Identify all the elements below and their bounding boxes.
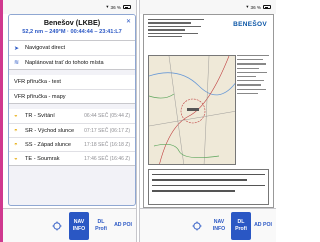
status-bar: ▾ 36 % — [140, 0, 276, 14]
sun-time-value: 07:17 SEČ (06:17 Z) — [84, 127, 130, 134]
sun-time-row: ◓ SS - Západ slunce 17:18 SEČ (16:18 Z) — [9, 137, 135, 151]
dl-profi-button[interactable]: DL Profi — [91, 212, 111, 240]
battery-icon — [263, 5, 271, 9]
sunrise-icon: ◓ — [14, 127, 18, 134]
sun-time-value: 06:44 SEČ (05:44 Z) — [84, 113, 130, 119]
battery-percent: 36 % — [250, 4, 261, 10]
sun-time-label: SS - Západ slunce — [25, 141, 72, 148]
sunset-icon: ◓ — [14, 141, 18, 148]
nav-info-button[interactable]: NAV INFO — [209, 212, 229, 240]
twilight-dawn-icon: ◒ — [14, 113, 18, 119]
ad-poi-button[interactable]: AD POI — [253, 212, 273, 240]
left-screen: ▾ 36 % Benešov (LKBE) 52,2 nm – 249°M · … — [0, 0, 137, 242]
nav-info-button[interactable]: NAV INFO — [69, 211, 89, 240]
close-icon[interactable]: ✕ — [126, 18, 131, 25]
status-bar: ▾ 36 % — [3, 0, 136, 14]
crosshair-icon[interactable] — [191, 221, 203, 231]
airport-title: Benešov (LKBE) — [43, 18, 101, 27]
crosshair-icon[interactable] — [51, 221, 63, 231]
bottom-nav: NAV INFO DL Profi AD POI — [3, 208, 136, 242]
twilight-dusk-icon: ◒ — [14, 155, 18, 162]
sun-time-row: ◒ TE - Soumrak 17:46 SEČ (16:46 Z) — [9, 151, 135, 165]
bottom-nav: NAV INFO DL Profi AD POI — [140, 208, 276, 242]
popup-header: Benešov (LKBE) 52,2 nm – 249°M · 00:44:4… — [9, 15, 135, 41]
chart-table — [148, 169, 269, 205]
sun-time-row: ◒ TR - Svítání 06:44 SEČ (05:44 Z) — [9, 109, 135, 123]
airport-info-popup: Benešov (LKBE) 52,2 nm – 249°M · 00:44:4… — [8, 14, 136, 206]
sun-time-label: SR - Východ slunce — [25, 127, 75, 134]
aerodrome-chart[interactable]: BENEŠOV — [143, 14, 274, 208]
chart-header-text — [148, 19, 210, 39]
chart-title: BENEŠOV — [233, 21, 267, 28]
airport-distance-bearing: 52,2 nm – 249°M · 00:44:44 – 23:41:L7 — [22, 29, 122, 35]
right-screen: ▾ 36 % BENEŠOV NAV INFO DL Profi AD POI — [139, 0, 276, 242]
sun-time-label: TE - Soumrak — [25, 155, 60, 162]
action-label: Navigovat direct — [25, 45, 66, 51]
wifi-icon: ▾ — [246, 4, 249, 9]
vfr-guide-maps-link[interactable]: VFR příručka - mapy — [9, 89, 135, 103]
chart-map — [148, 55, 236, 165]
sun-time-value: 17:18 SEČ (16:18 Z) — [84, 141, 130, 148]
guide-label: VFR příručka - mapy — [14, 93, 66, 100]
guide-label: VFR příručka - text — [14, 79, 61, 85]
route-icon: ≋ — [14, 60, 20, 66]
battery-percent: 36 % — [110, 4, 121, 10]
actions-group: ➤ Navigovat direct ≋ Naplánovat trať do … — [9, 41, 135, 70]
wifi-icon: ▾ — [106, 4, 109, 9]
sun-time-label: TR - Svítání — [25, 113, 55, 119]
guides-group: VFR příručka - text VFR příručka - mapy — [9, 75, 135, 104]
vfr-guide-text-link[interactable]: VFR příručka - text — [9, 75, 135, 89]
navigate-icon: ➤ — [14, 45, 20, 52]
sun-times-group: ◒ TR - Svítání 06:44 SEČ (05:44 Z) ◓ SR … — [9, 109, 135, 166]
battery-icon — [123, 5, 131, 9]
action-label: Naplánovat trať do tohoto místa — [25, 59, 104, 66]
ad-poi-button[interactable]: AD POI — [113, 212, 133, 240]
navigate-direct-action[interactable]: ➤ Navigovat direct — [9, 41, 135, 55]
sun-time-value: 17:46 SEČ (16:46 Z) — [84, 155, 130, 162]
plan-route-action[interactable]: ≋ Naplánovat trať do tohoto místa — [9, 55, 135, 69]
dl-profi-button[interactable]: DL Profi — [231, 211, 251, 240]
sun-time-row: ◓ SR - Východ slunce 07:17 SEČ (06:17 Z) — [9, 123, 135, 137]
chart-side-notes — [237, 55, 269, 165]
